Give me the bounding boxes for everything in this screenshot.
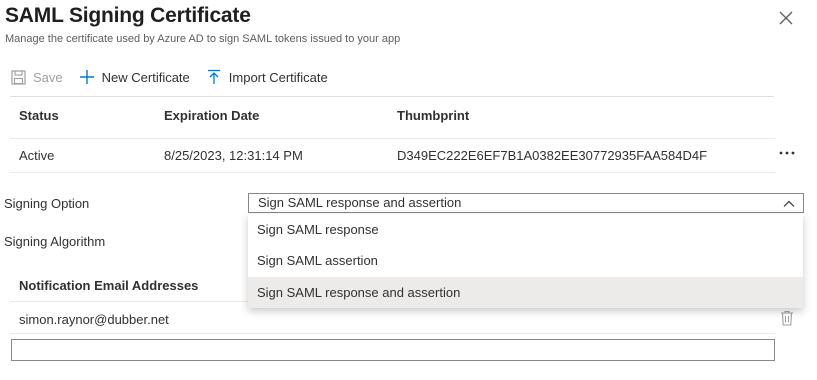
command-bar: Save New Certificate Import Certificate [10,66,344,88]
delete-icon[interactable] [780,310,794,326]
close-icon[interactable] [776,8,796,28]
save-button[interactable]: Save [10,69,63,85]
panel-title: SAML Signing Certificate [5,4,251,27]
cert-expiration: 8/25/2023, 12:31:14 PM [164,148,303,163]
notification-email-header: Notification Email Addresses [19,278,199,293]
close-icon-glyph [779,11,793,25]
cert-status: Active [19,148,55,163]
more-options-icon[interactable] [779,146,795,158]
new-certificate-button[interactable]: New Certificate [79,69,190,85]
option-sign-saml-assertion[interactable]: Sign SAML assertion [248,245,803,276]
option-sign-saml-response[interactable]: Sign SAML response [248,214,803,245]
email-row-divider [10,333,775,334]
signing-option-selected: Sign SAML response and assertion [258,195,462,210]
notification-email: simon.raynor@dubber.net [19,312,169,327]
panel-subtitle: Manage the certificate used by Azure AD … [5,33,401,45]
column-header-expiration: Expiration Date [164,108,260,123]
table-row-divider [10,172,775,173]
table-header-divider [10,138,775,139]
chevron-up-icon [783,197,795,209]
signing-option-label: Signing Option [4,196,90,211]
signing-option-dropdown[interactable]: Sign SAML response and assertion [248,193,804,213]
save-icon [10,69,26,85]
option-sign-saml-response-and-assertion[interactable]: Sign SAML response and assertion [248,277,803,308]
column-header-status: Status [19,108,59,123]
cert-thumbprint: D349EC222E6EF7B1A0382EE30772935FAA584D4F [397,148,708,163]
upload-icon [206,69,222,85]
signing-option-listbox: Sign SAML response Sign SAML assertion S… [248,214,803,308]
add-icon [79,69,95,85]
column-header-thumbprint: Thumbprint [397,108,470,123]
new-certificate-label: New Certificate [101,69,190,85]
signing-algorithm-label: Signing Algorithm [4,234,106,249]
import-certificate-label: Import Certificate [228,69,328,85]
save-label: Save [33,69,63,85]
toolbar-divider [10,96,774,97]
new-email-input[interactable] [11,339,775,361]
import-certificate-button[interactable]: Import Certificate [206,69,328,85]
